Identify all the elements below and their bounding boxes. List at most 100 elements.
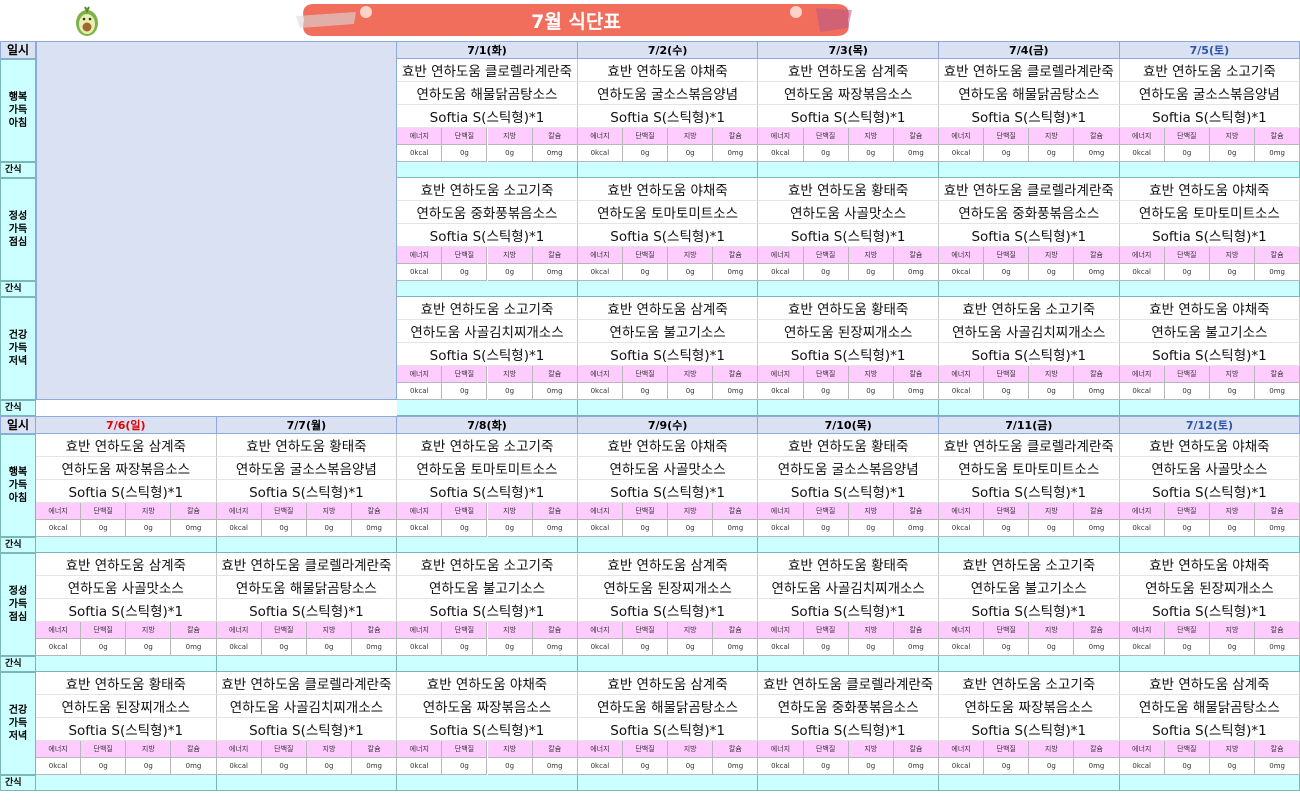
menu-item: Softia S(스틱형)*1 [577, 599, 759, 622]
menu-item: 효반 연하도움 야채죽 [577, 59, 759, 82]
menu-item: Softia S(스틱형)*1 [216, 480, 398, 503]
nutrition-header: 단백질 [1164, 366, 1210, 383]
menu-item: 효반 연하도움 소고기죽 [1119, 59, 1300, 82]
nutrition-header: 단백질 [261, 503, 307, 520]
snack-cell [939, 775, 1120, 791]
menu-item: 효반 연하도움 야채죽 [577, 434, 759, 457]
nutrition-value: 0g [848, 758, 894, 775]
menu-item: Softia S(스틱형)*1 [397, 105, 578, 128]
snack-cell [577, 656, 759, 672]
menu-item: 연하도움 해물닭곰탕소스 [577, 695, 759, 718]
menu-item: 효반 연하도움 야채죽 [1119, 553, 1300, 576]
menu-item: Softia S(스틱형)*1 [1119, 343, 1300, 366]
nutrition-value: 0mg [893, 639, 939, 656]
nutrition-header: 지방 [1209, 503, 1256, 520]
nutrition-value: 0g [984, 639, 1030, 656]
menu-item: 연하도움 사골김치찌개소스 [397, 320, 578, 343]
nutrition-header: 에너지 [939, 366, 985, 383]
nutrition-header: 지방 [487, 741, 533, 758]
nutrition-value: 0g [306, 758, 353, 775]
menu-item: 효반 연하도움 황태죽 [758, 553, 939, 576]
menu-item: 연하도움 중화풍볶음소스 [397, 201, 578, 224]
menu-item: 효반 연하도움 황태죽 [216, 434, 398, 457]
nutrition-value: 0mg [532, 758, 578, 775]
snack-cell [1119, 162, 1300, 178]
nutrition-value: 0mg [713, 145, 759, 162]
nutrition-value: 0kcal [577, 520, 623, 537]
nutrition-header: 단백질 [81, 741, 127, 758]
menu-item: 연하도움 사골맛소스 [758, 201, 939, 224]
week-block-2: 일시 행복 가득 아침 간식 정성 가득 점심 간식 건강 가득 저녁 간식 7/6(일) 효반… [0, 416, 1300, 791]
menu-item: 효반 연하도움 황태죽 [36, 672, 217, 695]
nutrition-header: 칼슘 [893, 622, 939, 639]
nutrition-header: 지방 [1209, 128, 1256, 145]
nutrition-header: 단백질 [622, 503, 669, 520]
nutrition-header: 지방 [1209, 741, 1256, 758]
nutrition-header: 에너지 [397, 247, 443, 264]
menu-item: 연하도움 짜장볶음소스 [36, 457, 217, 480]
nutrition-header: 에너지 [939, 128, 985, 145]
snack-cell [1119, 281, 1300, 297]
menu-item: 연하도움 짜장볶음소스 [939, 695, 1120, 718]
nutrition-value: 0mg [713, 639, 759, 656]
menu-item: 연하도움 불고기소스 [397, 576, 578, 599]
menu-item: 효반 연하도움 클로렐라계란죽 [216, 553, 398, 576]
meal-label-breakfast: 행복 가득 아침 [0, 434, 36, 537]
menu-item: 효반 연하도움 클로렐라계란죽 [939, 178, 1120, 201]
nutrition-value: 0g [848, 264, 894, 281]
nutrition-value: 0g [622, 520, 669, 537]
nutrition-header: 지방 [1209, 622, 1256, 639]
nutrition-value: 0g [442, 520, 488, 537]
nutrition-header: 단백질 [984, 503, 1030, 520]
nutrition-header: 에너지 [1119, 366, 1165, 383]
nutrition-header: 지방 [668, 741, 714, 758]
meal-label-lunch: 정성 가득 점심 [0, 553, 36, 656]
nutrition-header: 단백질 [803, 128, 849, 145]
nutrition-value: 0g [622, 264, 669, 281]
nutrition-header: 지방 [848, 366, 894, 383]
nutrition-value: 0mg [171, 520, 217, 537]
snack-label: 간식 [0, 400, 36, 416]
menu-item: 연하도움 토마토미트소스 [577, 201, 759, 224]
snack-cell [397, 162, 578, 178]
date-header-label: 일시 [0, 416, 36, 434]
nutrition-header: 지방 [1029, 366, 1075, 383]
snack-cell [397, 281, 578, 297]
menu-item: 연하도움 굴소스볶음양념 [1119, 82, 1300, 105]
nutrition-value: 0mg [1074, 383, 1120, 400]
snack-cell [758, 162, 939, 178]
day-header: 7/12(토) [1119, 416, 1300, 434]
menu-item: 효반 연하도움 소고기죽 [397, 178, 578, 201]
nutrition-value: 0g [126, 639, 172, 656]
nutrition-value: 0kcal [577, 383, 623, 400]
menu-item: 효반 연하도움 소고기죽 [397, 297, 578, 320]
menu-item: 연하도움 사골맛소스 [577, 457, 759, 480]
nutrition-header: 지방 [487, 622, 533, 639]
nutrition-header: 칼슘 [893, 503, 939, 520]
snack-cell [939, 400, 1120, 416]
nutrition-value: 0kcal [1119, 758, 1165, 775]
menu-item: 연하도움 해물닭곰탕소스 [397, 82, 578, 105]
nutrition-header: 단백질 [442, 128, 488, 145]
nutrition-value: 0g [803, 383, 849, 400]
day-header: 7/7(월) [216, 416, 398, 434]
day-header: 7/11(금) [939, 416, 1120, 434]
nutrition-value: 0kcal [397, 758, 443, 775]
nutrition-value: 0mg [352, 758, 398, 775]
nutrition-value: 0g [81, 639, 127, 656]
nutrition-value: 0mg [1074, 520, 1120, 537]
menu-item: 연하도움 해물닭곰탕소스 [939, 82, 1120, 105]
nutrition-header: 에너지 [577, 741, 623, 758]
nutrition-value: 0kcal [577, 145, 623, 162]
nutrition-value: 0g [848, 145, 894, 162]
menu-item: 연하도움 굴소스볶음양념 [577, 82, 759, 105]
date-header-label: 일시 [0, 41, 36, 59]
nutrition-header: 단백질 [984, 128, 1030, 145]
nutrition-value: 0kcal [397, 264, 443, 281]
nutrition-header: 지방 [848, 247, 894, 264]
nutrition-header: 단백질 [442, 366, 488, 383]
nutrition-header: 칼슘 [1255, 622, 1300, 639]
nutrition-header: 단백질 [1164, 128, 1210, 145]
nutrition-value: 0kcal [939, 639, 985, 656]
day-header: 7/2(수) [577, 41, 759, 59]
